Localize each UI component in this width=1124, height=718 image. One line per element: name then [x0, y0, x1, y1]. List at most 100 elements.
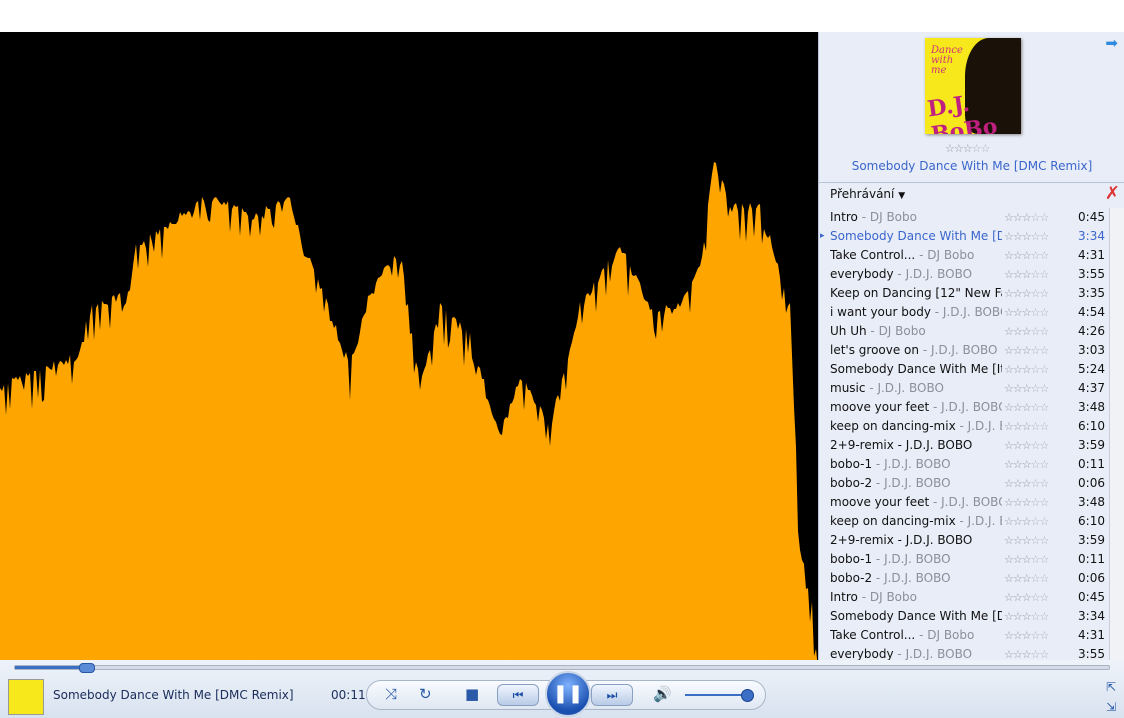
star-icon[interactable]: ☆: [1004, 610, 1014, 623]
star-icon[interactable]: ☆: [1013, 534, 1023, 547]
star-icon[interactable]: ☆: [1004, 382, 1014, 395]
star-icon[interactable]: ☆: [1022, 458, 1032, 471]
star-icon[interactable]: ☆: [1040, 401, 1050, 414]
star-icon[interactable]: ☆: [1004, 439, 1014, 452]
star-icon[interactable]: ☆: [1013, 496, 1023, 509]
star-icon[interactable]: ☆: [945, 142, 955, 155]
star-icon[interactable]: ☆: [1040, 268, 1050, 281]
star-icon[interactable]: ☆: [1004, 420, 1014, 433]
now-playing-title[interactable]: Somebody Dance With Me [DMC Remix]: [819, 159, 1124, 173]
star-icon[interactable]: ☆: [1031, 420, 1041, 433]
playlist-item[interactable]: 2+9-remix - J.D.J. BOBO ☆☆☆☆☆ 3:59: [819, 531, 1109, 550]
star-icon[interactable]: ☆: [1022, 477, 1032, 490]
repeat-icon[interactable]: ↻: [419, 685, 432, 703]
star-icon[interactable]: ☆: [1040, 287, 1050, 300]
star-icon[interactable]: ☆: [1040, 458, 1050, 471]
star-icon[interactable]: ☆: [1022, 553, 1032, 566]
playlist-item[interactable]: bobo-2 - J.D.J. BOBO ☆☆☆☆☆ 0:06: [819, 569, 1109, 588]
switch-to-library-icon[interactable]: ⇱: [1106, 680, 1116, 694]
star-icon[interactable]: ☆: [1004, 477, 1014, 490]
star-icon[interactable]: ☆: [1040, 325, 1050, 338]
star-icon[interactable]: ☆: [1040, 534, 1050, 547]
rating-stars[interactable]: ☆☆☆☆☆: [1004, 455, 1050, 474]
star-icon[interactable]: ☆: [1022, 211, 1032, 224]
playlist-item[interactable]: keep on dancing-mix - J.D.J. B...☆☆☆☆☆6:…: [819, 417, 1109, 436]
playlist-item[interactable]: everybody - J.D.J. BOBO ☆☆☆☆☆ 3:55: [819, 265, 1109, 284]
playlist-item[interactable]: Somebody Dance With Me [D...☆☆☆☆☆3:34: [819, 227, 1109, 246]
star-icon[interactable]: ☆: [1004, 629, 1014, 642]
arrow-right-icon[interactable]: ➡: [1105, 34, 1118, 52]
volume-slider[interactable]: [685, 694, 749, 696]
clear-list-icon[interactable]: ✗: [1105, 183, 1120, 204]
star-icon[interactable]: ☆: [1031, 268, 1041, 281]
star-icon[interactable]: ☆: [1031, 344, 1041, 357]
stop-icon[interactable]: ■: [465, 685, 479, 703]
playlist-item[interactable]: bobo-1 - J.D.J. BOBO ☆☆☆☆☆ 0:11: [819, 455, 1109, 474]
star-icon[interactable]: ☆: [1004, 287, 1014, 300]
star-icon[interactable]: ☆: [1040, 572, 1050, 585]
star-icon[interactable]: ☆: [1031, 515, 1041, 528]
rating-stars[interactable]: ☆☆☆☆☆: [1004, 227, 1049, 246]
rating-stars[interactable]: ☆☆☆☆☆: [1004, 208, 1049, 227]
star-icon[interactable]: ☆: [981, 142, 991, 155]
visualization[interactable]: [0, 32, 818, 669]
volume-icon[interactable]: 🔊: [653, 685, 672, 703]
star-icon[interactable]: ☆: [1031, 401, 1041, 414]
star-icon[interactable]: ☆: [1031, 211, 1041, 224]
star-icon[interactable]: ☆: [963, 142, 973, 155]
mini-mode-icon[interactable]: ⇲: [1106, 700, 1116, 714]
playlist-item[interactable]: Uh Uh - DJ Bobo ☆☆☆☆☆ 4:26: [819, 322, 1109, 341]
star-icon[interactable]: ☆: [1022, 420, 1032, 433]
album-art[interactable]: Dance with me D.J. BoBo: [925, 38, 1021, 134]
rating-stars[interactable]: ☆☆☆☆☆: [1004, 550, 1049, 569]
star-icon[interactable]: ☆: [1031, 439, 1041, 452]
star-icon[interactable]: ☆: [1013, 344, 1023, 357]
rating-stars[interactable]: ☆☆☆☆☆: [1004, 607, 1049, 626]
rating-stars[interactable]: ☆☆☆☆☆: [1004, 322, 1050, 341]
rating-stars[interactable]: ☆☆☆☆☆: [1004, 398, 1050, 417]
star-icon[interactable]: ☆: [1013, 591, 1023, 604]
playlist-item[interactable]: bobo-2 - J.D.J. BOBO ☆☆☆☆☆ 0:06: [819, 474, 1109, 493]
rating-stars[interactable]: ☆☆☆☆☆: [1004, 474, 1049, 493]
star-icon[interactable]: ☆: [1022, 363, 1032, 376]
playlist-item[interactable]: let's groove on - J.D.J. BOBO ☆☆☆☆☆ 3:03: [819, 341, 1109, 360]
star-icon[interactable]: ☆: [1022, 534, 1032, 547]
star-icon[interactable]: ☆: [1013, 629, 1023, 642]
star-icon[interactable]: ☆: [1013, 553, 1023, 566]
star-icon[interactable]: ☆: [1013, 572, 1023, 585]
star-icon[interactable]: ☆: [1013, 306, 1023, 319]
star-icon[interactable]: ☆: [1022, 382, 1032, 395]
star-icon[interactable]: ☆: [1013, 230, 1023, 243]
star-icon[interactable]: ☆: [1031, 610, 1041, 623]
star-icon[interactable]: ☆: [972, 142, 982, 155]
rating-stars[interactable]: ☆☆☆☆☆: [1004, 626, 1049, 645]
star-icon[interactable]: ☆: [1040, 439, 1050, 452]
star-icon[interactable]: ☆: [1013, 325, 1023, 338]
star-icon[interactable]: ☆: [1022, 344, 1032, 357]
star-icon[interactable]: ☆: [1022, 629, 1032, 642]
star-icon[interactable]: ☆: [1040, 306, 1050, 319]
playlist-item[interactable]: moove your feet - J.D.J. BOBO ☆☆☆☆☆ 3:48: [819, 398, 1109, 417]
star-icon[interactable]: ☆: [1013, 211, 1023, 224]
previous-button[interactable]: ⏮: [497, 684, 539, 706]
playlist-item[interactable]: keep on dancing-mix - J.D.J. B...☆☆☆☆☆6:…: [819, 512, 1109, 531]
star-icon[interactable]: ☆: [1004, 572, 1014, 585]
rating-stars[interactable]: ☆☆☆☆☆: [1004, 284, 1050, 303]
star-icon[interactable]: ☆: [1031, 496, 1041, 509]
star-icon[interactable]: ☆: [1013, 268, 1023, 281]
seek-handle[interactable]: [79, 663, 96, 673]
star-icon[interactable]: ☆: [1004, 306, 1014, 319]
star-icon[interactable]: ☆: [1004, 211, 1014, 224]
star-icon[interactable]: ☆: [1022, 572, 1032, 585]
star-icon[interactable]: ☆: [1013, 382, 1023, 395]
star-icon[interactable]: ☆: [1013, 401, 1023, 414]
rating-stars[interactable]: ☆☆☆☆☆: [1004, 246, 1049, 265]
rating-stars[interactable]: ☆☆☆☆☆: [1004, 379, 1049, 398]
star-icon[interactable]: ☆: [1013, 363, 1023, 376]
rating-stars[interactable]: ☆☆☆☆☆: [1004, 588, 1049, 607]
rating-stars[interactable]: ☆☆☆☆☆: [1004, 341, 1049, 360]
rating-stars[interactable]: ☆☆☆☆☆: [1004, 531, 1050, 550]
star-icon[interactable]: ☆: [1022, 610, 1032, 623]
star-icon[interactable]: ☆: [1031, 629, 1041, 642]
playlist-item[interactable]: moove your feet - J.D.J. BOBO ☆☆☆☆☆ 3:48: [819, 493, 1109, 512]
